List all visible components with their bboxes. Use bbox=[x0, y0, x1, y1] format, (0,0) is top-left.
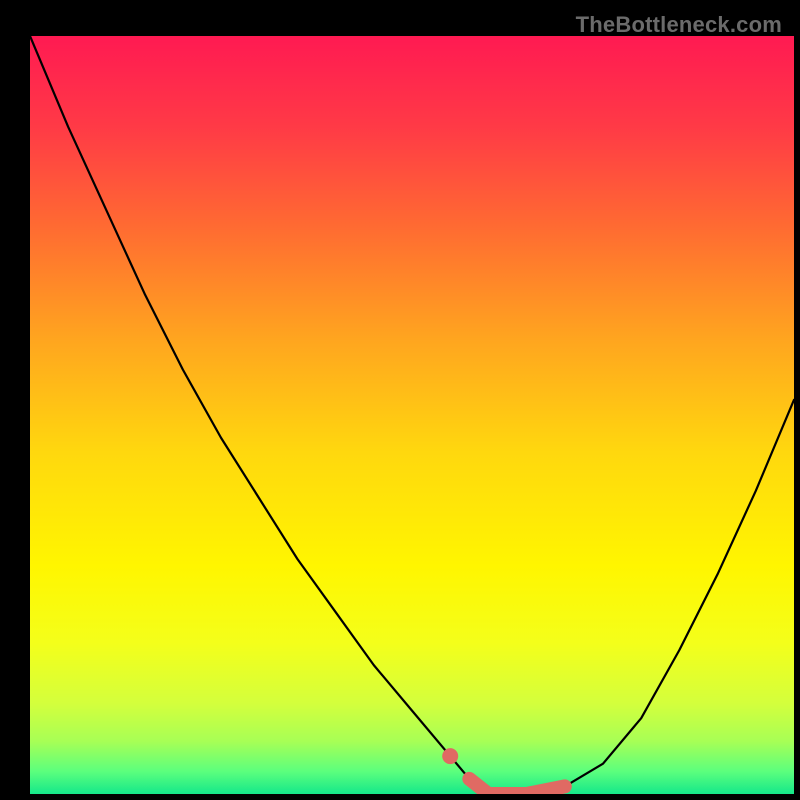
watermark-label: TheBottleneck.com bbox=[576, 12, 782, 38]
plot-area bbox=[30, 36, 794, 794]
optimal-range-dot bbox=[442, 748, 458, 764]
bottleneck-curve-chart bbox=[30, 36, 794, 794]
gradient-background bbox=[30, 36, 794, 794]
chart-frame: TheBottleneck.com bbox=[12, 12, 788, 788]
